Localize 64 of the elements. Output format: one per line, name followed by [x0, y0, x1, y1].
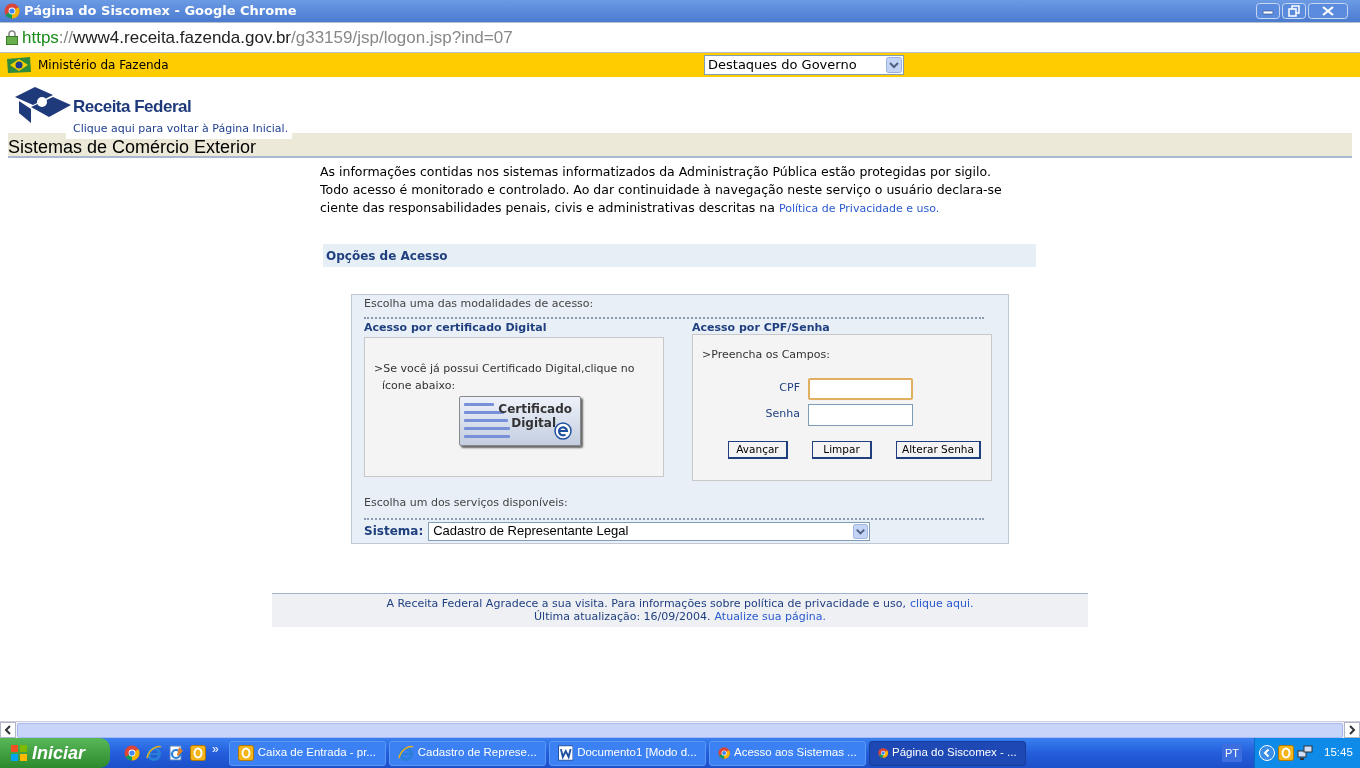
form-button[interactable]: Limpar — [812, 440, 872, 459]
clock[interactable]: 15:45 — [1324, 744, 1353, 762]
field-label: Senha — [764, 406, 800, 423]
text-field[interactable] — [808, 377, 913, 400]
certificate-button[interactable]: Certificado Digital — [459, 396, 581, 446]
windows-logo-icon — [10, 744, 28, 762]
password-instruction: >Preencha os Campos: — [702, 347, 831, 363]
access-mode-prompt: Escolha uma das modalidades de acesso: — [364, 297, 595, 311]
ministry-label[interactable]: Ministério da Fazenda — [38, 56, 169, 74]
service-prompt: Escolha um dos serviços disponíveis: — [364, 495, 569, 511]
more-button[interactable]: » — [212, 740, 219, 758]
taskbar-button[interactable]: Cadastro de Represe... — [388, 740, 546, 766]
logo-icon — [13, 85, 71, 125]
browser-icon[interactable] — [4, 3, 20, 19]
form-button[interactable]: Alterar Senha — [896, 440, 981, 459]
chevron-left-icon[interactable] — [1259, 745, 1275, 761]
browser-icon[interactable] — [717, 745, 730, 761]
footer-text: A Receita Federal Agradece a sua visita. Para informações sobre política de privacidade e uso, — [386, 597, 906, 610]
start-button[interactable]: Iniciar — [0, 738, 110, 768]
privacy-notice: As informações contidas nos sistemas informatizados da Administração Pública estão protegidas por sigilo. Todo acesso é monitorado e controlado. Ao dar continuidade à navegação neste serviço o usuário declara-se ciente das responsabilidades penais, civis e administrativas descritas na Política de Privacidade e uso. — [320, 163, 1003, 217]
footer-link[interactable]: clique aqui. — [909, 597, 974, 610]
browser-icon[interactable] — [877, 745, 889, 761]
minimize-icon[interactable] — [1256, 3, 1280, 19]
footer-link[interactable]: Atualize sua página. — [714, 610, 826, 623]
password-heading: Acesso por CPF/Senha — [692, 321, 831, 335]
browser-icon[interactable] — [397, 745, 414, 761]
certificate-label: Digital — [511, 416, 556, 430]
mail-icon[interactable] — [1278, 745, 1294, 761]
highlights-select[interactable]: Destaques do Governo — [704, 55, 904, 75]
e-logo-icon — [554, 422, 572, 440]
browser-edit-icon[interactable] — [168, 745, 184, 761]
restore-icon[interactable] — [1282, 3, 1306, 19]
url-text[interactable]: https://www4.receita.fazenda.gov.br/g33159/jsp/logon.jsp?ind=07 — [22, 24, 513, 51]
system-select[interactable]: Cadastro de Representante Legal — [428, 521, 871, 541]
language-indicator[interactable]: PT — [1221, 743, 1242, 763]
form-button[interactable]: Avançar — [728, 440, 788, 459]
taskbar-button[interactable]: Acesso aos Sistemas ... — [708, 740, 866, 766]
footer-text: Última atualização: 16/09/2004. — [534, 610, 711, 623]
window-title: Página do Siscomex - Google Chrome — [24, 2, 297, 21]
section-heading: Opções de Acesso — [326, 247, 448, 265]
taskbar-button[interactable]: Caixa de Entrada - pr... — [228, 740, 386, 766]
logo-text: Receita Federal — [73, 96, 192, 119]
network-icon[interactable] — [1297, 745, 1313, 761]
certificate-instruction: >Se você já possui Certificado Digital,clique no ícone abaixo: — [374, 361, 636, 394]
lock-icon — [6, 30, 18, 45]
certificate-label: Certificado — [498, 402, 572, 416]
mail-icon[interactable] — [190, 745, 206, 761]
document-icon[interactable] — [557, 745, 574, 761]
privacy-policy-link[interactable]: Política de Privacidade e uso. — [778, 202, 940, 215]
mail-icon[interactable] — [237, 745, 254, 761]
certificate-heading: Acesso por certificado Digital — [364, 321, 548, 335]
field-label: CPF — [778, 380, 800, 397]
scroll-left-icon[interactable] — [0, 722, 16, 738]
browser-icon[interactable] — [146, 745, 162, 761]
close-icon[interactable] — [1308, 3, 1348, 19]
browser-icon[interactable] — [124, 745, 140, 761]
taskbar-button[interactable]: Página do Siscomex - ... — [868, 740, 1026, 766]
text-field[interactable] — [808, 403, 913, 426]
taskbar-button[interactable]: Documento1 [Modo d... — [548, 740, 706, 766]
system-label: Sistema: — [364, 523, 424, 540]
flag-icon — [6, 56, 32, 74]
home-link[interactable]: Clique aqui para voltar à Página Inicial. — [66, 121, 293, 139]
section-title: Sistemas de Comércio Exterior — [8, 137, 257, 157]
scroll-right-icon[interactable] — [1344, 722, 1360, 738]
